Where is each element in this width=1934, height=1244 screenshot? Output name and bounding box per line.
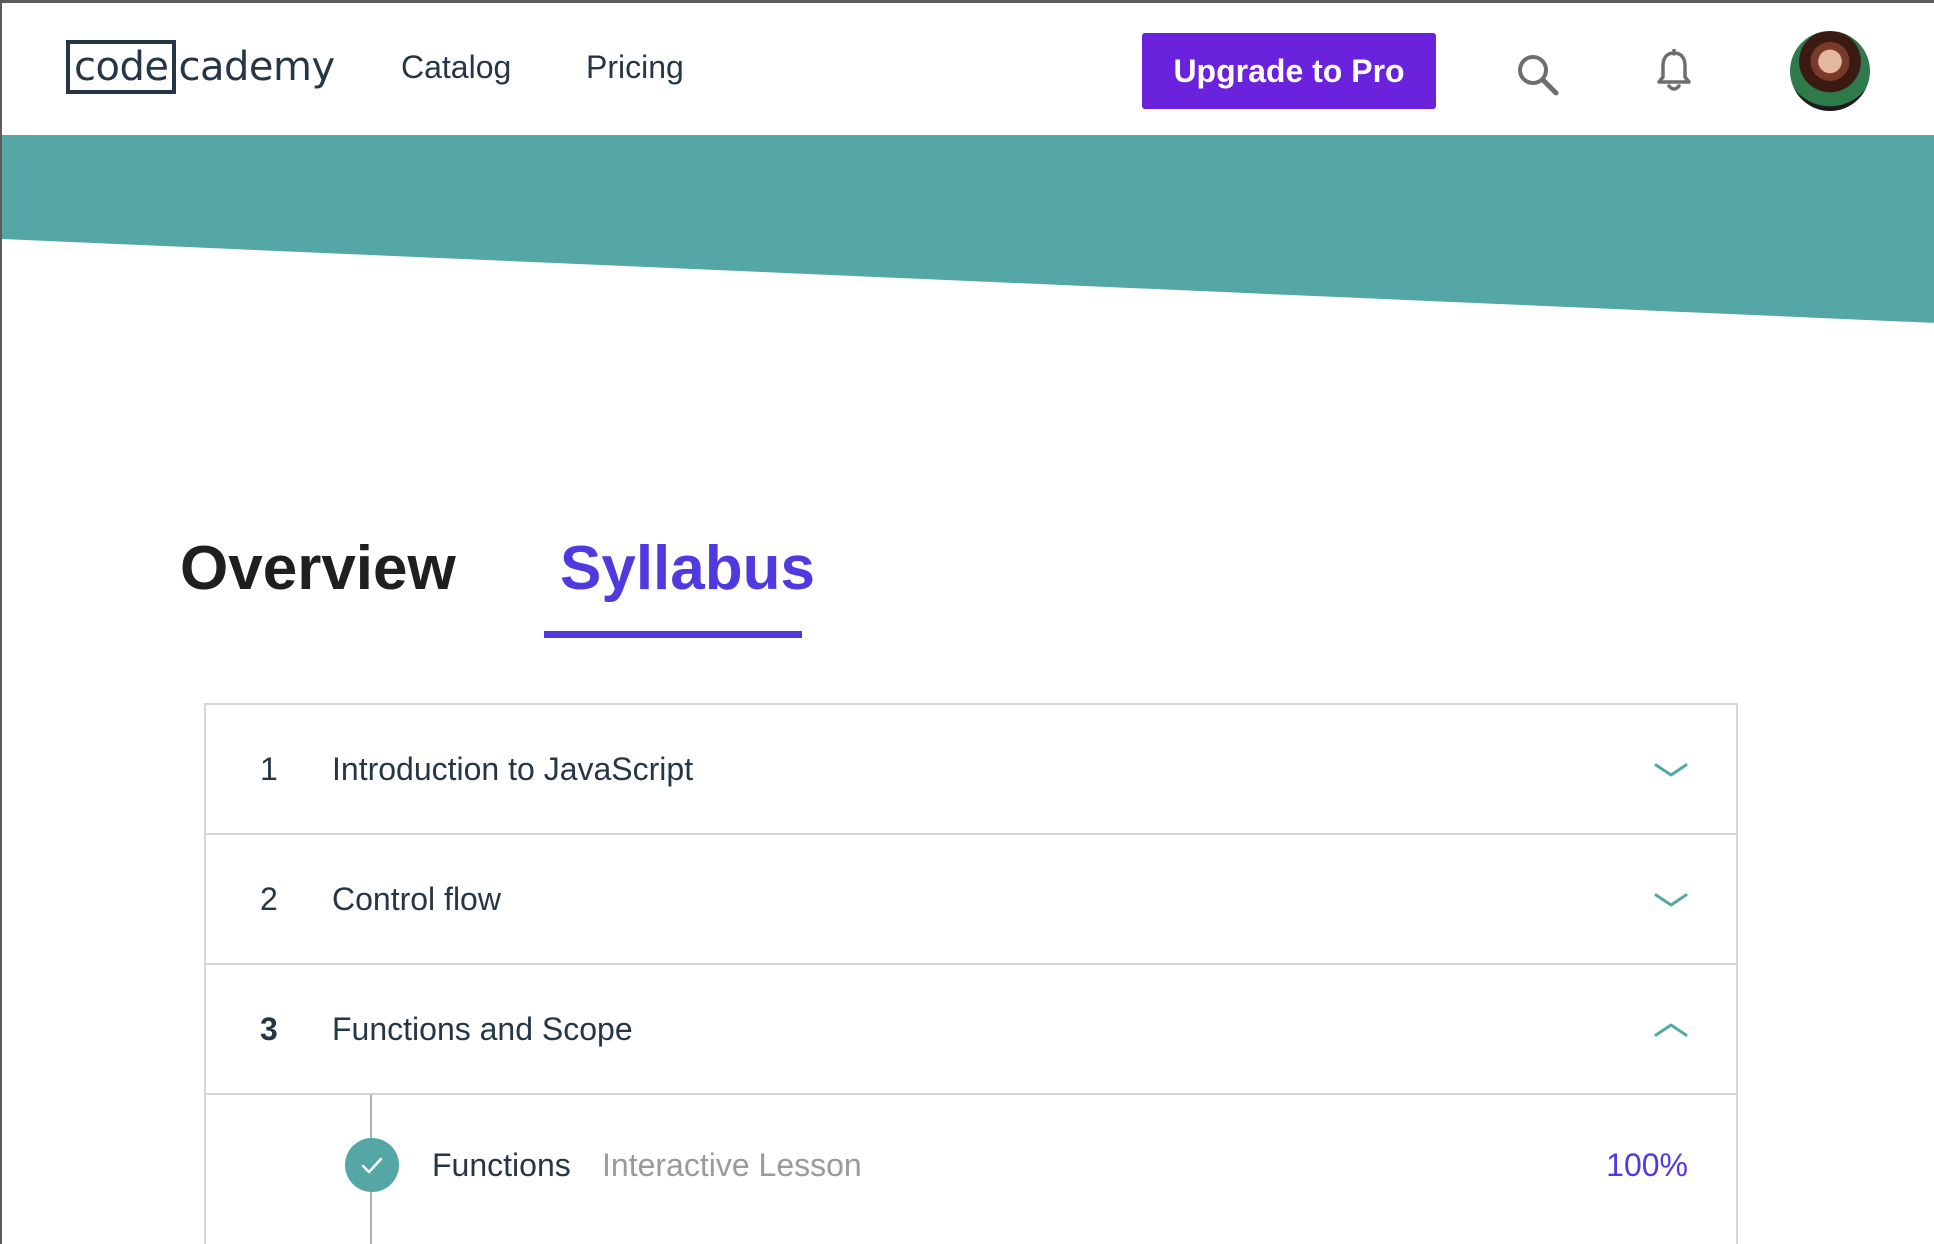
tab-syllabus[interactable]: Syllabus: [560, 533, 815, 605]
nav-link-catalog[interactable]: Catalog: [401, 47, 511, 87]
check-circle-icon: [345, 1138, 399, 1192]
module-row-2[interactable]: 2 Control flow: [206, 835, 1736, 965]
module-row-3[interactable]: 3 Functions and Scope: [206, 965, 1736, 1095]
active-tab-indicator: [544, 631, 802, 638]
codecademy-logo[interactable]: code cademy: [66, 39, 335, 95]
module-row-1[interactable]: 1 Introduction to JavaScript: [206, 705, 1736, 835]
lesson-row[interactable]: Functions Interactive Lesson 100%: [206, 1095, 1736, 1244]
module-number: 2: [260, 881, 278, 917]
hero-banner: [2, 135, 1934, 323]
app-window: code cademy Catalog Pricing Upgrade to P…: [0, 0, 1934, 1244]
user-avatar[interactable]: [1790, 31, 1870, 111]
module-number: 3: [260, 1011, 278, 1047]
lesson-type: Interactive Lesson: [602, 1147, 862, 1183]
module-title: Introduction to JavaScript: [332, 751, 694, 787]
chevron-up-icon[interactable]: [1654, 1021, 1688, 1039]
nav-link-pricing[interactable]: Pricing: [586, 47, 684, 87]
logo-rest-text: cademy: [178, 44, 335, 90]
chevron-down-icon[interactable]: [1654, 761, 1688, 779]
syllabus-list: 1 Introduction to JavaScript 2 Control f…: [204, 703, 1738, 1244]
search-icon[interactable]: [1514, 51, 1560, 97]
logo-boxed-text: code: [66, 40, 177, 94]
module-number: 1: [260, 751, 278, 787]
bell-icon[interactable]: [1654, 49, 1694, 93]
module-title: Functions and Scope: [332, 1011, 633, 1047]
lesson-title[interactable]: Functions: [432, 1145, 571, 1185]
tab-overview[interactable]: Overview: [180, 533, 456, 605]
chevron-down-icon[interactable]: [1654, 891, 1688, 909]
module-title: Control flow: [332, 881, 501, 917]
upgrade-to-pro-button[interactable]: Upgrade to Pro: [1142, 33, 1436, 109]
lesson-progress: 100%: [1606, 1147, 1688, 1183]
top-navbar: code cademy Catalog Pricing Upgrade to P…: [2, 3, 1934, 132]
